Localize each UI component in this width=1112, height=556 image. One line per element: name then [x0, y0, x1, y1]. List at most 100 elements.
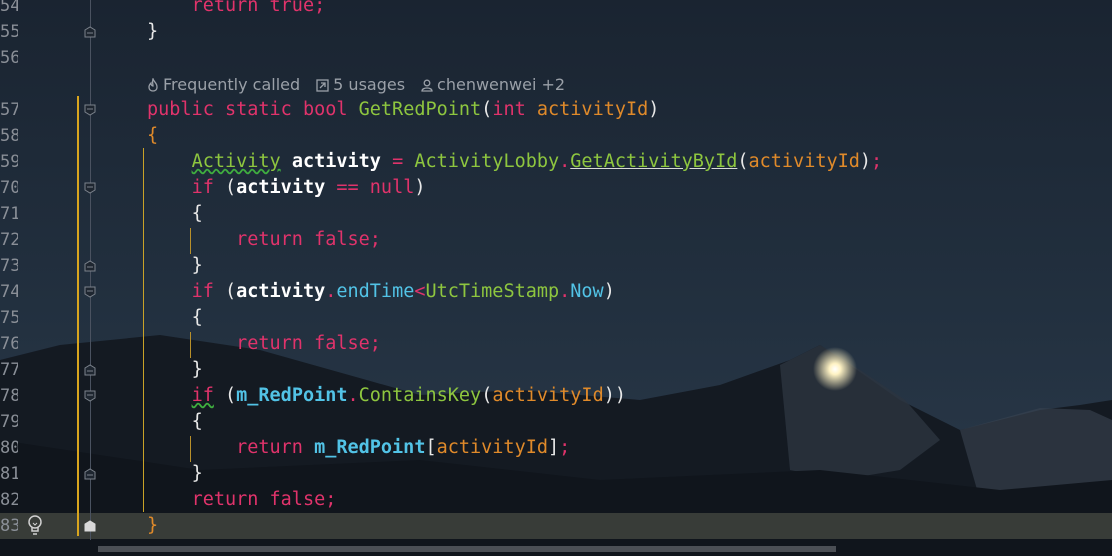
method-call: ContainsKey [358, 385, 482, 406]
code-line-71[interactable]: { [147, 201, 203, 227]
keyword: if [191, 281, 214, 302]
line-number: 80 [0, 438, 18, 458]
line-number: 81 [0, 464, 18, 484]
line-number: 70 [0, 178, 18, 198]
code-lens-frequently-called[interactable]: Frequently called [147, 74, 300, 96]
brace: { [147, 125, 159, 146]
code-line-59[interactable]: Activity activity = ActivityLobby.GetAct… [147, 149, 883, 175]
code-line-54[interactable]: return true; [147, 0, 326, 19]
indent-guide [143, 148, 144, 512]
fold-end-icon[interactable] [84, 260, 96, 272]
code-lens-usages[interactable]: 5 usages [316, 74, 405, 96]
code-line-57[interactable]: public static bool GetRedPoint(int activ… [147, 97, 659, 123]
local-variable: activity [236, 281, 326, 302]
usages-icon [316, 78, 329, 92]
code-line-72[interactable]: return false; [147, 227, 381, 253]
keyword: return [191, 489, 259, 510]
code-line-58[interactable]: { [147, 123, 158, 149]
line-number: 59 [0, 152, 18, 172]
argument: activityId [492, 385, 604, 406]
field: m_RedPoint [236, 385, 348, 406]
line-number: 55 [0, 22, 18, 42]
line-number: 71 [0, 204, 18, 224]
code-lens-author[interactable]: chenwenwei +2 [421, 74, 565, 96]
code-line-77[interactable]: } [147, 357, 203, 383]
class-name: ActivityLobby [414, 151, 560, 172]
fold-start-icon[interactable] [84, 104, 96, 116]
keyword: return [236, 437, 303, 458]
code-line-79[interactable]: { [147, 409, 203, 435]
line-number: 82 [0, 490, 18, 510]
code-line-80[interactable]: return m_RedPoint[activityId]; [147, 435, 570, 461]
local-variable: activity [291, 151, 381, 172]
keyword: return [236, 333, 303, 354]
parameter: activityId [536, 99, 649, 120]
keyword: if [191, 385, 214, 406]
keyword: if [191, 177, 214, 198]
keyword: null [369, 177, 415, 198]
code-line-82[interactable]: return false; [147, 487, 337, 513]
line-number: 77 [0, 360, 18, 380]
line-number: 79 [0, 412, 18, 432]
line-number: 73 [0, 256, 18, 276]
frequently-called-label: Frequently called [163, 75, 301, 94]
fold-end-icon[interactable] [84, 364, 96, 376]
keyword: false [269, 489, 326, 510]
keyword: bool [302, 99, 348, 120]
property: Now [570, 281, 604, 302]
keyword: public [147, 99, 214, 120]
fold-end-icon[interactable] [84, 468, 96, 480]
code-line-81[interactable]: } [147, 461, 203, 487]
line-number: 74 [0, 282, 18, 302]
flame-icon [148, 78, 158, 92]
keyword: return [236, 229, 303, 250]
field: m_RedPoint [314, 437, 426, 458]
brace: } [147, 515, 159, 536]
code-lens: Frequently called 5 usages chenwenwei +2 [147, 74, 575, 96]
keyword: int [492, 99, 526, 120]
keyword: false [314, 333, 370, 354]
keyword: false [314, 229, 370, 250]
fold-start-icon[interactable] [84, 286, 96, 298]
usages-label: 5 usages [333, 75, 406, 94]
method-name: GetRedPoint [358, 99, 482, 120]
author-label: chenwenwei +2 [437, 75, 566, 94]
current-line-highlight [0, 513, 1112, 539]
code-line-74[interactable]: if (activity.endTime<UtcTimeStamp.Now) [147, 279, 615, 305]
keyword: static [224, 99, 292, 120]
code-line-73[interactable]: } [147, 253, 203, 279]
line-number: 72 [0, 230, 18, 250]
vcs-change-marker [77, 96, 79, 536]
code-line-83[interactable]: } [147, 513, 158, 539]
code-line-75[interactable]: { [147, 305, 203, 331]
type-name: Activity [191, 151, 281, 172]
horizontal-scrollbar[interactable] [98, 546, 836, 552]
code-line-78[interactable]: if (m_RedPoint.ContainsKey(activityId)) [147, 383, 626, 409]
lightbulb-icon[interactable] [27, 515, 43, 537]
line-number: 75 [0, 308, 18, 328]
keyword: return [191, 0, 259, 16]
code-line-76[interactable]: return false; [147, 331, 381, 357]
line-number: 58 [0, 126, 18, 146]
property: endTime [336, 281, 415, 302]
argument: activityId [748, 151, 860, 172]
line-number: 56 [0, 48, 18, 68]
fold-start-icon[interactable] [84, 390, 96, 402]
fold-end-icon[interactable] [84, 520, 96, 532]
line-number: 57 [0, 100, 18, 120]
local-variable: activity [236, 177, 326, 198]
class-name: UtcTimeStamp [425, 281, 560, 302]
method-call: GetActivityById [570, 151, 738, 172]
line-number: 76 [0, 334, 18, 354]
keyword: true; [269, 0, 326, 16]
brace: } [147, 21, 159, 42]
fold-end-icon[interactable] [84, 26, 96, 38]
line-number: 54 [0, 0, 18, 16]
line-number: 78 [0, 386, 18, 406]
argument: activityId [436, 437, 548, 458]
code-line-55[interactable]: } [147, 19, 158, 45]
code-line-70[interactable]: if (activity == null) [147, 175, 426, 201]
user-icon [421, 79, 433, 92]
fold-start-icon[interactable] [84, 182, 96, 194]
line-number: 83 [0, 516, 18, 536]
